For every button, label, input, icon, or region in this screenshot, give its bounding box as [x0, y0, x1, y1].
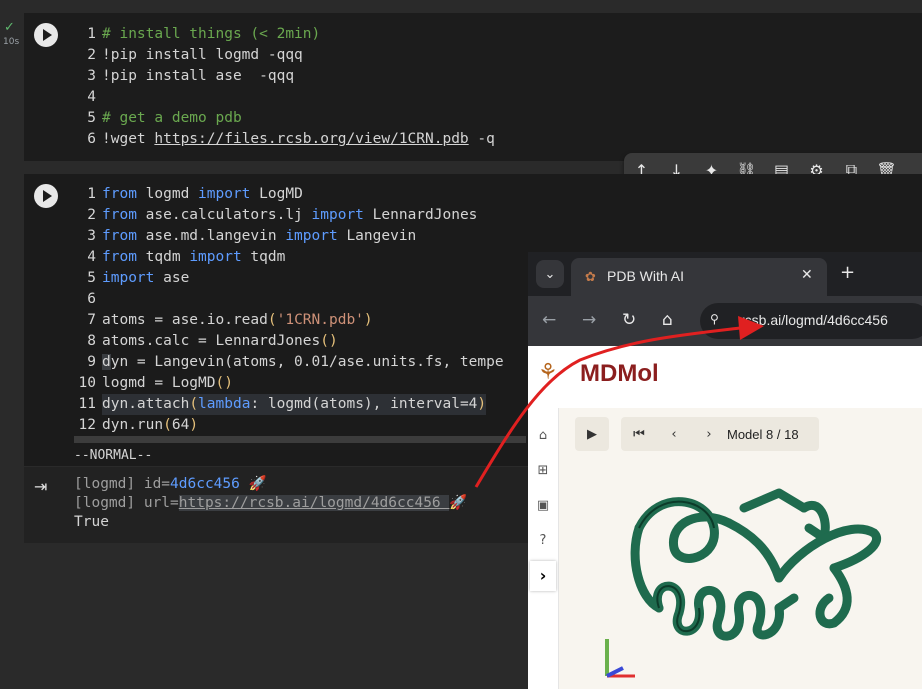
annotation-arrow	[474, 316, 764, 488]
